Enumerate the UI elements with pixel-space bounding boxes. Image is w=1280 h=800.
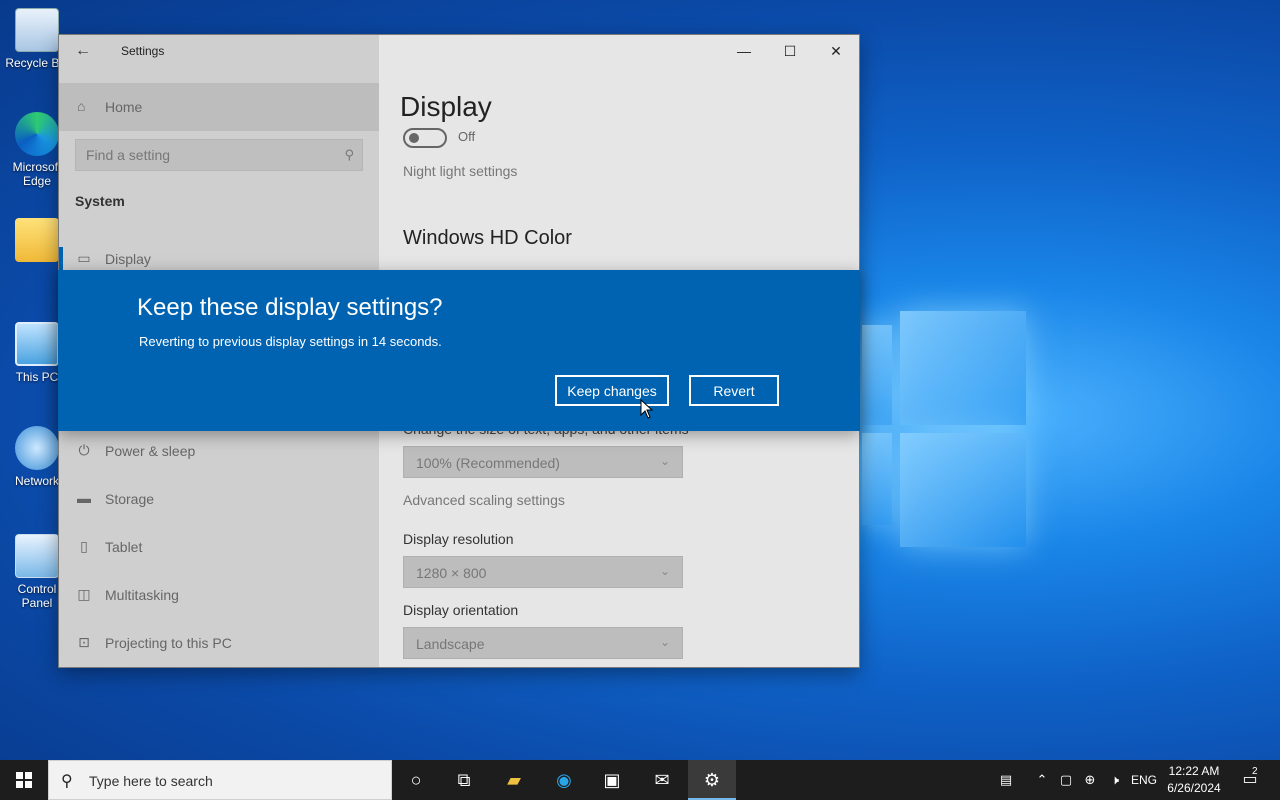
windows-start-icon (16, 772, 32, 788)
action-center-button[interactable]: ▭ 2 (1232, 760, 1268, 800)
sidebar-item-projecting[interactable]: ⊡ Projecting to this PC (59, 621, 379, 665)
recycle-bin-icon (15, 8, 59, 52)
sidebar-item-power-sleep[interactable]: ⏻ Power & sleep (59, 429, 379, 473)
dialog-title: Keep these display settings? (137, 294, 443, 321)
night-light-state: Off (458, 129, 476, 144)
night-light-settings-link[interactable]: Night light settings (403, 163, 517, 179)
taskbar-search-placeholder: Type here to search (89, 773, 213, 789)
orientation-value: Landscape (416, 636, 485, 652)
user-folder-icon (15, 218, 59, 262)
notification-count: 2 (1252, 766, 1258, 777)
resolution-label: Display resolution (403, 531, 514, 547)
minimize-button[interactable]: — (721, 35, 767, 67)
chevron-up-icon[interactable]: ⌃ (1032, 760, 1052, 800)
sidebar-item-label: Projecting to this PC (105, 635, 232, 651)
resolution-value: 1280 × 800 (416, 565, 487, 581)
home-icon: ⌂ (77, 98, 86, 114)
multitasking-icon: ◫ (77, 586, 91, 602)
sidebar-item-home[interactable]: ⌂ Home (59, 83, 379, 131)
sidebar-item-label: Power & sleep (105, 443, 196, 459)
window-title: Settings (121, 44, 165, 58)
cortana-icon[interactable]: ○ (392, 760, 440, 800)
mail-icon[interactable]: ✉ (638, 760, 686, 800)
edge-icon (15, 112, 59, 156)
computer-icon (15, 322, 59, 366)
file-explorer-icon[interactable]: ▰ (490, 760, 538, 800)
close-button[interactable]: ✕ (813, 35, 859, 67)
clock-time: 12:22 AM (1168, 764, 1220, 778)
find-setting-box[interactable]: ⚲ (75, 139, 363, 171)
chevron-down-icon: ⌄ (659, 564, 670, 578)
tablet-icon: ▯ (80, 538, 88, 554)
projecting-icon: ⊡ (78, 634, 90, 650)
chevron-down-icon: ⌄ (659, 454, 670, 468)
clock-date: 6/26/2024 (1167, 781, 1221, 795)
orientation-dropdown[interactable]: Landscape ⌄ (403, 627, 683, 659)
task-view-icon[interactable]: ⧉ (440, 760, 488, 800)
settings-gear-icon[interactable]: ⚙ (688, 760, 736, 800)
maximize-button[interactable]: ☐ (767, 35, 813, 67)
back-arrow-icon[interactable]: ← (73, 41, 93, 61)
desktop-icon-label: This PC (15, 370, 59, 384)
language-indicator[interactable]: ENG (1128, 760, 1160, 800)
network-icon (15, 426, 59, 470)
news-icon[interactable]: ▤ (990, 760, 1022, 800)
network-tray-icon[interactable]: ⊕ (1080, 760, 1100, 800)
edge-taskbar-icon[interactable]: ◉ (540, 760, 588, 800)
desktop-icon-label: Control Panel (17, 582, 57, 610)
sidebar-item-tablet[interactable]: ▯ Tablet (59, 525, 379, 569)
sidebar-item-label: Storage (105, 491, 155, 507)
start-button[interactable] (0, 760, 48, 800)
clock[interactable]: 12:22 AM 6/26/2024 (1162, 763, 1226, 797)
advanced-scaling-link[interactable]: Advanced scaling settings (403, 492, 565, 508)
sidebar-item-multitasking[interactable]: ◫ Multitasking (59, 573, 379, 617)
scale-dropdown[interactable]: 100% (Recommended) ⌄ (403, 446, 683, 478)
search-icon: ⚲ (344, 147, 354, 162)
sidebar-item-label: Tablet (105, 539, 143, 555)
hd-color-heading: Windows HD Color (403, 227, 572, 249)
sidebar-item-label: Home (105, 99, 143, 115)
store-icon[interactable]: ▣ (588, 760, 636, 800)
volume-muted-icon[interactable]: 🕨 (1104, 760, 1126, 800)
sidebar-item-label: Multitasking (105, 587, 179, 603)
sidebar-item-storage[interactable]: ▬ Storage (59, 477, 379, 521)
title-bar: ← Settings — ☐ ✕ (59, 35, 859, 67)
windows-logo-wallpaper (862, 305, 1032, 550)
orientation-label: Display orientation (403, 602, 519, 618)
search-icon: ⚲ (61, 773, 73, 790)
scale-value: 100% (Recommended) (416, 455, 560, 471)
monitor-icon: ▭ (77, 250, 91, 266)
sidebar-item-label: Display (105, 251, 151, 267)
desktop-icon-label: Network (14, 474, 59, 488)
storage-icon: ▬ (77, 490, 91, 506)
power-icon: ⏻ (78, 442, 90, 458)
revert-button[interactable]: Revert (689, 375, 779, 406)
taskbar-search-box[interactable]: ⚲ Type here to search (48, 760, 392, 800)
resolution-dropdown[interactable]: 1280 × 800 ⌄ (403, 556, 683, 588)
chevron-down-icon: ⌄ (659, 635, 670, 649)
control-panel-icon (15, 534, 59, 578)
dialog-message: Reverting to previous display settings i… (139, 334, 442, 349)
taskbar: ⚲ Type here to search ○ ⧉ ▰ ◉ ▣ ✉ ⚙ ▤ ⌃ … (0, 760, 1280, 800)
find-setting-input[interactable] (76, 140, 326, 170)
page-title: Display (400, 91, 492, 122)
meet-now-icon[interactable]: ▢ (1056, 760, 1076, 800)
desktop-icon-label: Microsoft Edge (12, 160, 62, 188)
section-title: System (75, 193, 125, 209)
keep-display-settings-dialog: Keep these display settings? Reverting t… (58, 270, 860, 431)
night-light-toggle[interactable] (403, 128, 447, 148)
mouse-cursor-icon (640, 399, 654, 419)
